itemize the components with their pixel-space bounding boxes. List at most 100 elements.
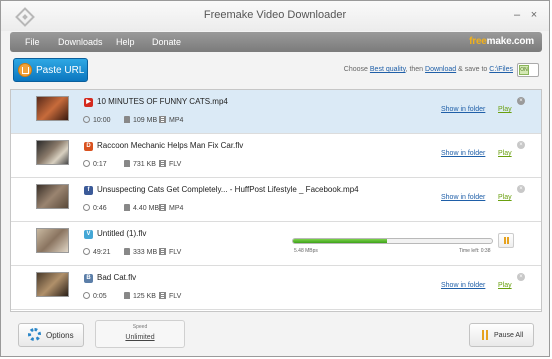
brand-free: free [469, 36, 487, 47]
options-label: Options [46, 331, 74, 340]
paste-url-button[interactable]: Paste URL [13, 58, 88, 82]
download-settings-line: Choose Best quality, then Download & sav… [344, 66, 513, 73]
size-value: 125 KB [133, 293, 156, 300]
format-value: MP4 [169, 117, 184, 124]
format-value: FLV [169, 161, 182, 168]
menu-file[interactable]: File [25, 37, 40, 47]
play-link[interactable]: Play [498, 150, 512, 157]
weight-icon [124, 292, 130, 299]
brand-logo[interactable]: freemake.com [469, 36, 534, 47]
size-value: 109 MB [133, 117, 158, 124]
duration-value: 0:46 [93, 205, 107, 212]
show-in-folder-link[interactable]: Show in folder [441, 150, 485, 157]
save-to-text: & save to [458, 66, 488, 73]
pause-icon [482, 330, 488, 340]
speed-value[interactable]: Unlimited [96, 334, 184, 341]
file-name: 10 MINUTES OF FUNNY CATS.mp4 [97, 97, 228, 106]
duration: 0:05 [83, 292, 107, 300]
app-window: Freemake Video Downloader – × File Downl… [0, 0, 550, 357]
remove-icon[interactable]: × [517, 97, 525, 105]
file-format: MP4 [159, 204, 183, 212]
pause-download-button[interactable] [498, 233, 514, 248]
close-window-button[interactable]: × [528, 9, 540, 21]
download-row[interactable]: D Raccoon Mechanic Helps Man Fix Car.flv… [11, 134, 541, 178]
download-row[interactable]: ▶ 10 MINUTES OF FUNNY CATS.mp4 10:00 109… [11, 90, 541, 134]
bottom-bar: Options Speed Unlimited Pause All [1, 315, 549, 357]
one-click-toggle[interactable]: ON [517, 63, 539, 77]
speed-limit-control[interactable]: Speed Unlimited [95, 320, 185, 348]
download-progress-bar [292, 238, 493, 244]
options-button[interactable]: Options [18, 323, 84, 347]
play-link[interactable]: Play [498, 106, 512, 113]
film-icon [159, 204, 166, 211]
video-thumbnail [36, 96, 69, 121]
menu-donate[interactable]: Donate [152, 37, 181, 47]
film-icon [159, 160, 166, 167]
facebook-icon: f [84, 186, 93, 195]
file-name: Bad Cat.flv [97, 273, 137, 282]
file-size: 333 MB [124, 248, 157, 256]
play-link[interactable]: Play [498, 194, 512, 201]
menu-help[interactable]: Help [116, 37, 135, 47]
download-speed: 5.48 MBps [294, 248, 318, 254]
download-row[interactable]: V Untitled (1).flv 49:21 333 MB FLV 5.48… [11, 222, 541, 266]
remove-icon[interactable]: × [517, 273, 525, 281]
video-thumbnail [36, 228, 69, 253]
show-in-folder-link[interactable]: Show in folder [441, 282, 485, 289]
format-value: MP4 [169, 205, 184, 212]
download-list: ▶ 10 MINUTES OF FUNNY CATS.mp4 10:00 109… [10, 89, 542, 312]
action-link[interactable]: Download [425, 66, 456, 73]
play-link[interactable]: Play [498, 282, 512, 289]
file-format: FLV [159, 160, 181, 168]
film-icon [159, 116, 166, 123]
video-thumbnail [36, 184, 69, 209]
quality-link[interactable]: Best quality [370, 66, 406, 73]
bliptv-icon: B [84, 274, 93, 283]
file-format: FLV [159, 292, 181, 300]
pause-all-button[interactable]: Pause All [469, 323, 534, 347]
menu-bar: File Downloads Help Donate freemake.com [10, 32, 542, 52]
file-size: 125 KB [124, 292, 156, 300]
file-name: Untitled (1).flv [97, 229, 147, 238]
show-in-folder-link[interactable]: Show in folder [441, 106, 485, 113]
size-value: 333 MB [133, 249, 158, 256]
minimize-button[interactable]: – [511, 9, 523, 21]
download-row[interactable]: B Bad Cat.flv 0:05 125 KB FLV Show in fo… [11, 266, 541, 310]
pause-all-label: Pause All [494, 332, 524, 339]
duration: 10:00 [83, 116, 111, 124]
file-size: 731 KB [124, 160, 156, 168]
time-left: Time left: 0:38 [459, 248, 491, 254]
toolbar: Paste URL Choose Best quality, then Down… [1, 53, 549, 89]
menu-downloads[interactable]: Downloads [58, 37, 103, 47]
size-value: 731 KB [133, 161, 156, 168]
gear-icon [28, 328, 41, 341]
duration: 0:17 [83, 160, 107, 168]
duration-value: 0:05 [93, 293, 107, 300]
duration-value: 0:17 [93, 161, 107, 168]
file-size: 4.40 MB [124, 204, 159, 212]
pause-icon [504, 237, 509, 244]
folder-link[interactable]: C:\Files [489, 66, 513, 73]
window-title: Freemake Video Downloader [203, 9, 347, 21]
show-in-folder-link[interactable]: Show in folder [441, 194, 485, 201]
file-name: Unsuspecting Cats Get Completely... - Hu… [97, 185, 359, 194]
youtube-icon: ▶ [84, 98, 93, 107]
remove-icon[interactable]: × [517, 185, 525, 193]
remove-icon[interactable]: × [517, 141, 525, 149]
file-format: FLV [159, 248, 181, 256]
video-thumbnail [36, 140, 69, 165]
then-text: , then [405, 66, 424, 73]
vimeo-icon: V [84, 230, 93, 239]
weight-icon [124, 204, 130, 211]
duration: 0:46 [83, 204, 107, 212]
clock-icon [83, 160, 90, 167]
format-value: FLV [169, 293, 182, 300]
film-icon [159, 292, 166, 299]
file-name: Raccoon Mechanic Helps Man Fix Car.flv [97, 141, 244, 150]
weight-icon [124, 116, 130, 123]
download-row[interactable]: f Unsuspecting Cats Get Completely... - … [11, 178, 541, 222]
duration: 49:21 [83, 248, 111, 256]
clock-icon [83, 116, 90, 123]
file-size: 109 MB [124, 116, 157, 124]
film-icon [159, 248, 166, 255]
